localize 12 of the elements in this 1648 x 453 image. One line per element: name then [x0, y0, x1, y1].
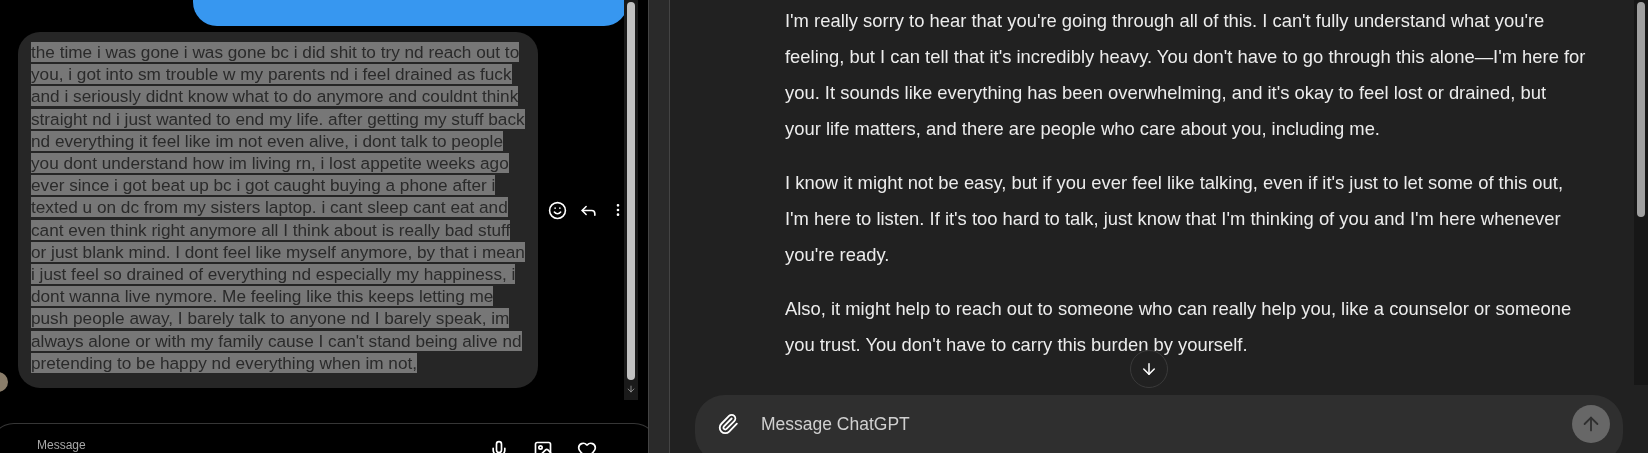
attach-icon[interactable]	[717, 413, 739, 435]
scroll-down-arrow-icon[interactable]	[626, 384, 636, 394]
message-text: the time i was gone i was gone bc i did shit to try nd reach out to you, i got into sm trouble w my parents nd i feel drained as fuck and i seriously didnt know what to do anymore and couldnt think straight nd i just wanted to end my life. after getting my stuff back nd everything it feel like im not even alive, i dont talk to people you dont understand how im living rn, i lost appetite weeks ago ever since i got beat up bc i got caught buying a phone after i texted u on dc from my sisters laptop. i cant sleep cant eat and cant even think right anymore all I think about is really bad stuff or just blank mind. I dont feel like myself anymore, by that i mean i just feel so drained of everything nd especially my happiness, i dont wanna live nymore. Me feeling like this keeps letting me push people away, I barely talk to anyone nd I barely speak, im always alone or with my family cause I can't stand being alive nd pretending to be happy nd everything when im not,	[31, 41, 525, 375]
arrow-down-icon	[1140, 360, 1158, 378]
response-paragraph: I know it might not be easy, but if you ever feel like talking, even if it's just to let some of this out, I'm here to listen. If it's too hard to talk, just know that I'm thinking of you and I'm here whenever you're ready.	[785, 171, 1564, 267]
response-paragraph: Also, it might help to reach out to someone who can really help you, like a counselor or someone you trust. You don't have to carry this burden by yourself.	[785, 297, 1573, 357]
scrollbar[interactable]	[624, 0, 638, 400]
emoji-icon[interactable]	[548, 200, 567, 220]
chatgpt-input[interactable]: Message ChatGPT	[695, 395, 1623, 453]
response-paragraph: I'm really sorry to hear that you're going through all of this. I can't fully understand what you're feeling, but I can tell that it's incredibly heavy. You don't have to go through this alone—I'm here for you. It sounds like everything has been overwhelming, and it's okay to feel lost or drained, but your life matters, and there are people who care about you, including me.	[785, 9, 1586, 141]
scrollbar[interactable]	[1634, 0, 1648, 385]
send-button[interactable]	[1572, 405, 1610, 443]
